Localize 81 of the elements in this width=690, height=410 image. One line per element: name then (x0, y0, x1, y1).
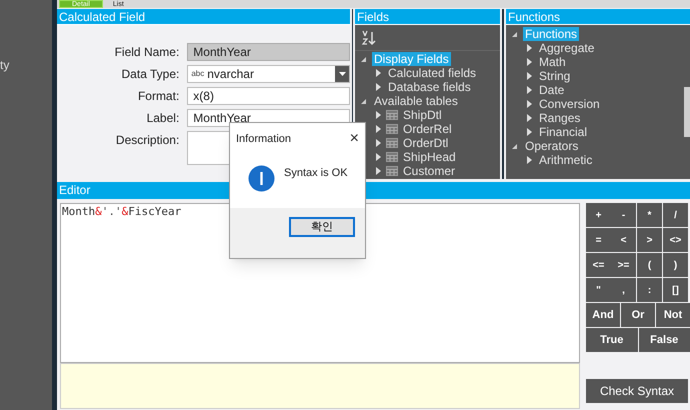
expression-text: Month&'.'&FiscYear (62, 205, 182, 218)
info-icon (248, 164, 275, 192)
key-button[interactable]: + (586, 203, 611, 227)
key-button[interactable]: , (611, 278, 636, 302)
text-field[interactable]: x(8) (187, 87, 350, 105)
key-button[interactable]: <> (663, 228, 688, 252)
expand-icon[interactable] (524, 127, 534, 137)
key-button[interactable]: Or (621, 303, 655, 327)
ok-button[interactable]: 확인 (289, 216, 355, 236)
panel-header: Fields (355, 9, 500, 25)
key-button[interactable]: >= (611, 253, 636, 277)
key-button[interactable]: [] (663, 278, 688, 302)
sort-icon[interactable] (361, 30, 377, 46)
key-button[interactable]: True (586, 328, 638, 352)
key-button[interactable]: : (637, 278, 662, 302)
field-label: Label: (146, 110, 180, 127)
panel-header: Functions (506, 9, 690, 25)
table-icon (386, 152, 398, 162)
expand-icon[interactable] (373, 68, 383, 78)
key-button[interactable]: ) (663, 253, 688, 277)
tree-item[interactable]: ShipDtl (401, 108, 444, 122)
expand-icon[interactable] (524, 99, 534, 109)
sidebar-item[interactable]: ty (0, 58, 52, 72)
expand-icon[interactable] (373, 110, 383, 120)
key-button[interactable]: > (637, 228, 662, 252)
close-button[interactable]: × (350, 132, 359, 146)
expand-icon[interactable] (524, 155, 534, 165)
table-icon (386, 124, 398, 134)
expand-icon[interactable] (524, 85, 534, 95)
dialog-title: Information (236, 132, 292, 147)
tree-item[interactable]: OrderRel (401, 122, 454, 136)
field-label: Format: (136, 88, 180, 105)
key-button[interactable]: / (663, 203, 688, 227)
tree-item[interactable]: Available tables (372, 94, 460, 108)
expand-icon[interactable] (373, 152, 383, 162)
expand-icon[interactable] (524, 57, 534, 67)
check-syntax-button[interactable]: Check Syntax (586, 379, 688, 403)
tree-item[interactable]: Ranges (537, 111, 582, 125)
table-icon (386, 138, 398, 148)
key-button[interactable]: False (638, 328, 690, 352)
caret-icon (335, 66, 349, 82)
key-button[interactable]: Not (656, 303, 690, 327)
tree-item[interactable]: Arithmetic (537, 153, 594, 167)
tree-item[interactable]: Database fields (386, 80, 473, 94)
panel-header: Calculated Field (57, 9, 350, 25)
expand-icon[interactable] (373, 138, 383, 148)
key-button[interactable]: " (586, 278, 611, 302)
dialog-message: Syntax is OK (284, 166, 348, 180)
key-button[interactable]: And (586, 303, 620, 327)
expand-icon[interactable] (373, 82, 383, 92)
key-button[interactable]: ( (637, 253, 662, 277)
table-icon (386, 166, 398, 176)
expand-icon[interactable] (524, 113, 534, 123)
table-icon (386, 110, 398, 120)
key-button[interactable]: < (611, 228, 636, 252)
key-button[interactable]: - (611, 203, 636, 227)
key-button[interactable]: <= (586, 253, 611, 277)
expand-icon[interactable] (524, 71, 534, 81)
tree-item[interactable]: Date (537, 83, 566, 97)
tree-item[interactable]: Math (537, 55, 568, 69)
tree-item[interactable]: String (537, 69, 572, 83)
type-prefix: abc (190, 68, 206, 80)
expand-icon[interactable] (524, 43, 534, 53)
data-type-dropdown[interactable]: abc nvarchar (187, 65, 350, 83)
tree-item[interactable]: Financial (537, 125, 590, 139)
tree-item[interactable]: Calculated fields (386, 66, 478, 80)
expand-icon[interactable] (373, 166, 383, 176)
dropdown-value: nvarchar (207, 66, 255, 83)
tree-item[interactable]: Customer (401, 164, 458, 178)
expand-icon[interactable] (373, 124, 383, 134)
key-button[interactable]: * (637, 203, 662, 227)
readonly-field: MonthYear (187, 43, 350, 61)
tree-item[interactable]: Conversion (537, 97, 602, 111)
tree-item[interactable]: Operators (523, 139, 580, 153)
tree-item[interactable]: Aggregate (537, 41, 596, 55)
key-button[interactable]: = (586, 228, 611, 252)
field-label: Field Name: (114, 44, 180, 61)
tree-item[interactable]: ShipHead (401, 150, 458, 164)
tree-item[interactable]: OrderDtl (401, 136, 450, 150)
field-label: Data Type: (120, 66, 180, 83)
field-label: Description: (114, 132, 180, 149)
